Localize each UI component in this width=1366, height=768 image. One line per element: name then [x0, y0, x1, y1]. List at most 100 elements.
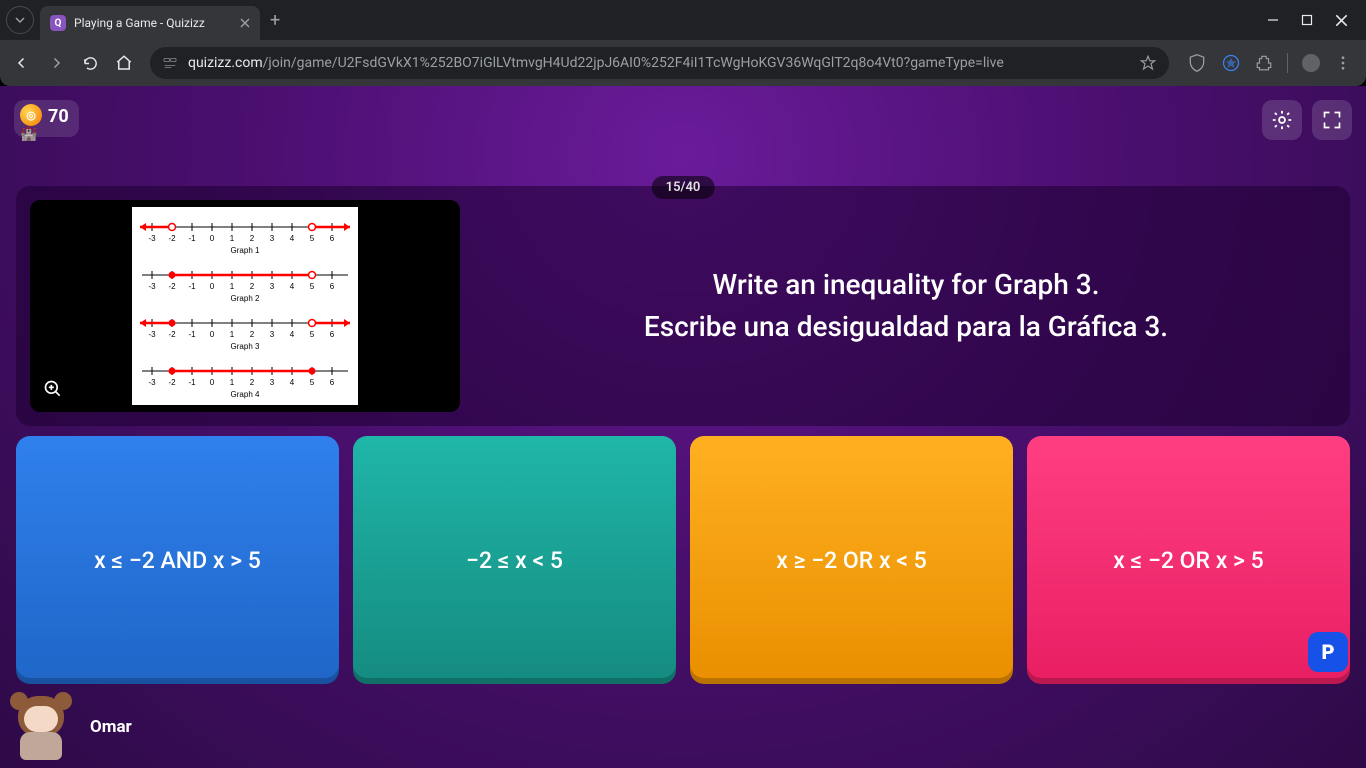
browser-tabstrip: Q Playing a Game - Quizizz +	[0, 0, 1366, 40]
svg-text:1: 1	[230, 234, 235, 243]
svg-text:0: 0	[210, 330, 215, 339]
extensions-icon[interactable]	[1255, 54, 1273, 72]
minimize-icon	[1267, 14, 1279, 26]
score-pill[interactable]: ◎ 70 🏰	[14, 100, 79, 137]
answer-option-0[interactable]: x ≤ −2 AND x > 5	[16, 436, 339, 684]
arrow-left-icon	[13, 54, 31, 72]
svg-text:6: 6	[330, 330, 335, 339]
svg-text:-3: -3	[148, 234, 156, 243]
svg-text:1: 1	[230, 330, 235, 339]
svg-text:-2: -2	[168, 378, 176, 387]
player-avatar[interactable]	[6, 692, 76, 762]
score-value: 70	[48, 106, 69, 127]
powerup-icon: P	[1321, 640, 1334, 664]
window-close-button[interactable]	[1335, 14, 1348, 27]
new-tab-button[interactable]: +	[270, 10, 280, 31]
zoom-in-icon	[43, 379, 63, 399]
zoom-image-button[interactable]	[40, 376, 66, 402]
tab-search-dropdown[interactable]	[6, 6, 34, 34]
svg-text:6: 6	[330, 234, 335, 243]
svg-text:1: 1	[230, 378, 235, 387]
svg-text:0: 0	[210, 378, 215, 387]
site-settings-icon[interactable]	[162, 55, 178, 71]
svg-text:0: 0	[210, 234, 215, 243]
svg-text:2: 2	[250, 234, 255, 243]
player-footer: Omar	[0, 686, 148, 768]
svg-text:4: 4	[290, 378, 295, 387]
window-minimize-button[interactable]	[1267, 14, 1279, 26]
graph-label-4: Graph 4	[231, 390, 260, 399]
svg-text:4: 4	[290, 282, 295, 291]
svg-text:0: 0	[210, 282, 215, 291]
svg-text:2: 2	[250, 330, 255, 339]
svg-text:-1: -1	[188, 234, 196, 243]
answer-option-2[interactable]: x ≥ −2 OR x < 5	[690, 436, 1013, 684]
close-icon	[1335, 14, 1348, 27]
svg-text:-3: -3	[148, 378, 156, 387]
nav-forward-button[interactable]	[42, 49, 70, 77]
brave-shield-icon[interactable]	[1187, 53, 1207, 73]
svg-text:-2: -2	[168, 234, 176, 243]
window-controls	[1249, 0, 1366, 40]
answer-option-3[interactable]: x ≤ −2 OR x > 5	[1027, 436, 1350, 684]
bookmark-star-icon[interactable]	[1139, 54, 1157, 72]
svg-text:-3: -3	[148, 282, 156, 291]
svg-text:-1: -1	[188, 282, 196, 291]
kebab-menu-icon[interactable]	[1334, 54, 1352, 72]
graph-label-2: Graph 2	[231, 294, 260, 303]
browser-tab-active[interactable]: Q Playing a Game - Quizizz	[40, 6, 260, 40]
graph-label-1: Graph 1	[231, 246, 260, 255]
svg-text:5: 5	[310, 378, 315, 387]
settings-button[interactable]	[1262, 100, 1302, 140]
profile-button[interactable]	[1302, 54, 1320, 72]
answer-option-1[interactable]: −2 ≤ x < 5	[353, 436, 676, 684]
quizizz-game-page: ◎ 70 🏰 15/40	[0, 86, 1366, 768]
svg-text:-1: -1	[188, 330, 196, 339]
close-icon	[240, 18, 250, 28]
question-counter: 15/40	[652, 176, 715, 199]
powerup-button[interactable]: P	[1308, 632, 1348, 672]
browser-toolbar: quizizz.com/join/game/U2FsdGVkX1%252BO7i…	[0, 40, 1366, 86]
maximize-icon	[1301, 14, 1313, 26]
svg-text:5: 5	[310, 282, 315, 291]
answers-row: x ≤ −2 AND x > 5 −2 ≤ x < 5 x ≥ −2 OR x …	[16, 436, 1350, 684]
url-bar[interactable]: quizizz.com/join/game/U2FsdGVkX1%252BO7i…	[150, 47, 1169, 79]
question-text: Write an inequality for Graph 3. Escribe…	[476, 200, 1336, 412]
chevron-down-icon	[14, 14, 26, 26]
nav-back-button[interactable]	[8, 49, 36, 77]
svg-text:6: 6	[330, 282, 335, 291]
question-line-1: Write an inequality for Graph 3.	[713, 266, 1100, 304]
question-line-2: Escribe una desigualdad para la Gráfica …	[644, 308, 1168, 346]
svg-text:4: 4	[290, 234, 295, 243]
svg-text:6: 6	[330, 378, 335, 387]
nav-reload-button[interactable]	[76, 49, 104, 77]
svg-text:3: 3	[270, 234, 275, 243]
svg-text:2: 2	[250, 282, 255, 291]
url-text: quizizz.com/join/game/U2FsdGVkX1%252BO7i…	[188, 55, 1004, 71]
brave-rewards-icon[interactable]	[1221, 53, 1241, 73]
graph-label-3: Graph 3	[231, 342, 260, 351]
svg-text:5: 5	[310, 330, 315, 339]
coin-icon: ◎	[20, 104, 42, 126]
gear-icon	[1271, 109, 1293, 131]
tab-title: Playing a Game - Quizizz	[74, 16, 205, 30]
question-image: -3 -2 -1 0 1 2 3 4 5 6 Graph 1 -3 -2	[132, 207, 358, 405]
window-maximize-button[interactable]	[1301, 14, 1313, 26]
player-name: Omar	[90, 717, 132, 737]
svg-text:4: 4	[290, 330, 295, 339]
fullscreen-button[interactable]	[1312, 100, 1352, 140]
svg-text:2: 2	[250, 378, 255, 387]
toolbar-separator	[1287, 53, 1288, 73]
reload-icon	[82, 55, 99, 72]
nav-home-button[interactable]	[110, 49, 138, 77]
svg-text:-2: -2	[168, 282, 176, 291]
arrow-right-icon	[47, 54, 65, 72]
svg-text:3: 3	[270, 378, 275, 387]
tab-close-button[interactable]	[240, 18, 250, 28]
svg-text:1: 1	[230, 282, 235, 291]
question-image-container[interactable]: -3 -2 -1 0 1 2 3 4 5 6 Graph 1 -3 -2	[30, 200, 460, 412]
svg-text:5: 5	[310, 234, 315, 243]
leaderboard-icon: 🏰	[20, 126, 37, 142]
svg-text:3: 3	[270, 282, 275, 291]
quizizz-favicon-icon: Q	[50, 15, 66, 31]
